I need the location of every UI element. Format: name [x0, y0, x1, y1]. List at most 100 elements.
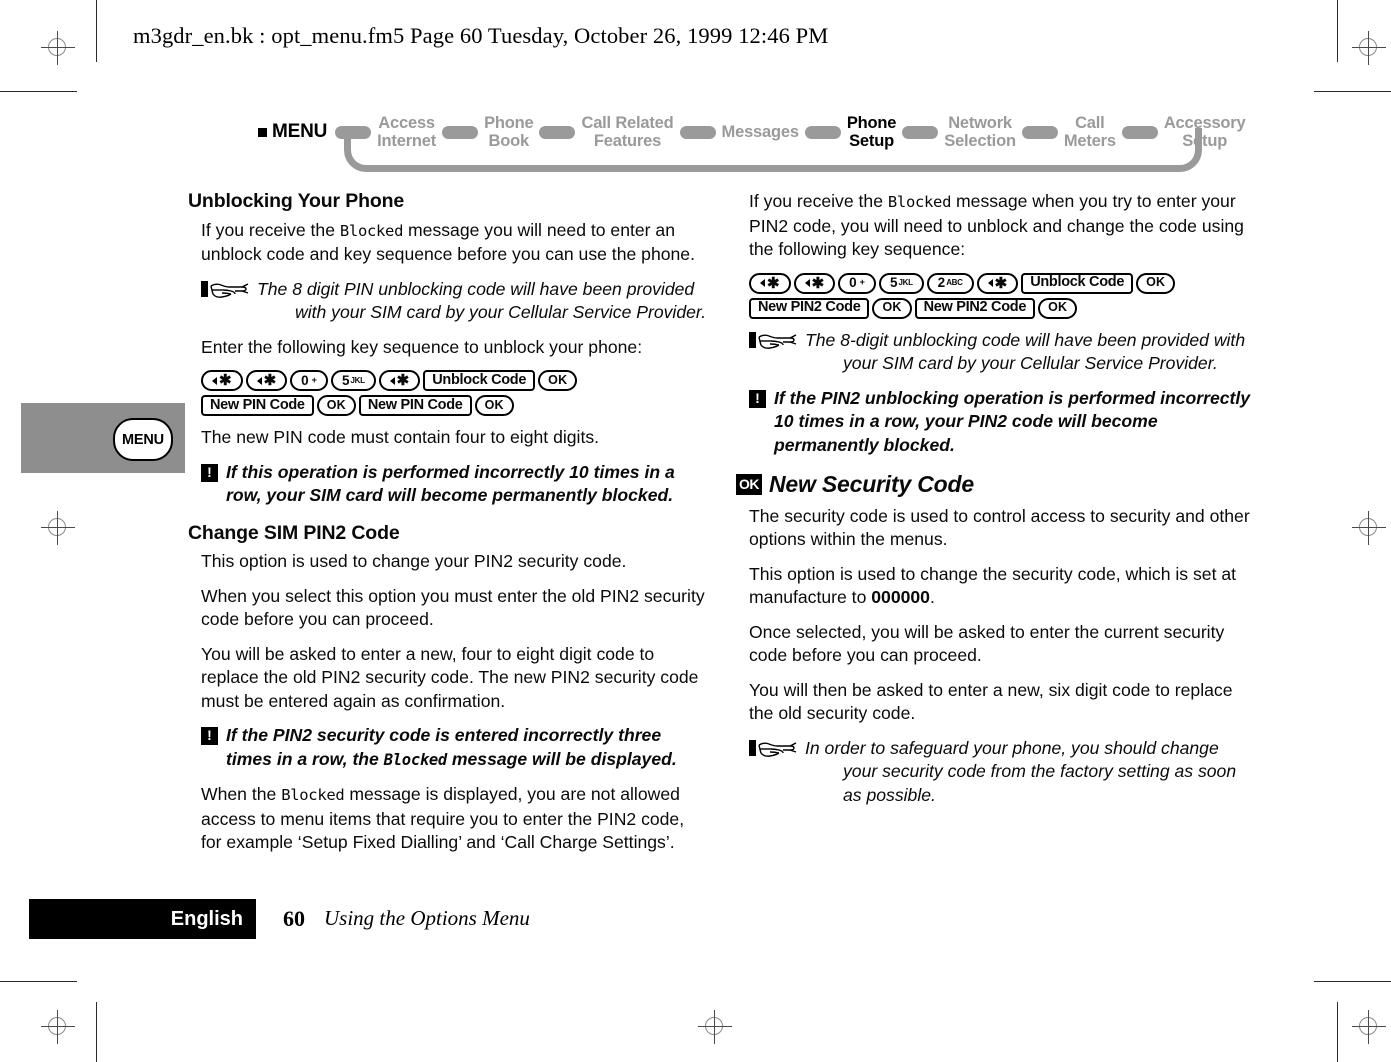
nav-item-line1: Call	[1075, 114, 1105, 132]
paragraph-unblock-intro: If you receive the Blocked message you w…	[201, 219, 709, 267]
note-text: In order to safeguard your phone, you sh…	[805, 737, 1237, 805]
text-fragment: When the	[201, 784, 282, 804]
nav-item-line1: Phone	[846, 114, 897, 132]
heading-new-security-code: OK New Security Code	[736, 472, 1257, 497]
note-8-digit-unblocking-code: The 8-digit unblocking code will have be…	[749, 329, 1257, 376]
pointing-hand-icon	[749, 738, 799, 759]
code-blocked: Blocked	[383, 750, 448, 769]
key-zero[interactable]: 0 +	[290, 370, 328, 391]
nav-connector-icon	[804, 125, 841, 139]
code-blocked: Blocked	[339, 221, 404, 240]
key-new-pin2-code[interactable]: New PIN2 Code	[749, 297, 870, 319]
exclamation-icon: !	[201, 463, 218, 482]
paragraph-enter-current-code: Once selected, you will be asked to ente…	[749, 621, 1225, 666]
nav-item-line1: Messages	[721, 123, 799, 141]
key-star[interactable]: ✱	[201, 370, 243, 391]
key-unblock-code[interactable]: Unblock Code	[423, 370, 536, 391]
warning-text: If this operation is performed incorrect…	[226, 461, 675, 506]
key-ok[interactable]: OK	[1136, 272, 1176, 294]
nav-item-phone-book[interactable]: Phone Book	[484, 114, 534, 150]
warning-text: If the PIN2 security code is entered inc…	[226, 725, 677, 769]
key-unblock-code[interactable]: Unblock Code	[1021, 272, 1134, 294]
trim-line-bottom-left-v	[96, 1002, 97, 1062]
key-ok[interactable]: OK	[1038, 297, 1078, 319]
key-new-pin-code[interactable]: New PIN Code	[358, 395, 472, 416]
nav-item-line1: Network	[948, 114, 1012, 132]
nav-menu-root[interactable]: MENU	[258, 121, 327, 143]
breadcrumb-nav: MENU Access Internet Phone Book Call Rel…	[258, 108, 1246, 176]
paragraph-pin2-option-purpose: This option is used to change your PIN2 …	[201, 551, 627, 571]
text-fragment: .	[929, 587, 935, 607]
registration-mark-bottom-center	[698, 1010, 732, 1044]
menu-button-icon[interactable]: MENU	[113, 418, 173, 461]
note-text: The 8-digit unblocking code will have be…	[805, 329, 1246, 374]
key-star[interactable]: ✱	[976, 272, 1019, 294]
nav-item-phone-setup[interactable]: Phone Setup	[846, 114, 897, 150]
trim-line-top-left-h	[0, 91, 77, 92]
note-text: The 8 digit PIN unblocking code will hav…	[257, 278, 706, 323]
key-ok[interactable]: OK	[316, 395, 356, 416]
nav-item-line2: Setup	[849, 132, 894, 150]
key-two[interactable]: 2 ABC	[926, 272, 974, 294]
nav-connector-icon	[442, 125, 479, 139]
nav-item-line2: Book	[488, 132, 530, 150]
footer-language-label: English	[170, 908, 243, 930]
key-star[interactable]: ✱	[793, 272, 836, 294]
pointing-hand-icon	[201, 279, 251, 300]
registration-mark-top-right	[1352, 31, 1386, 65]
nav-item-line2: Setup	[1182, 132, 1228, 150]
trim-line-top-right-h	[1314, 91, 1391, 92]
paragraph-pin-digit-requirement: The new PIN code must contain four to ei…	[201, 427, 600, 447]
paragraph-pin2-enter-old: When you select this option you must ent…	[201, 585, 705, 630]
nav-item-access-internet[interactable]: Access Internet	[377, 114, 436, 150]
paragraph-security-code-purpose: The security code is used to control acc…	[749, 505, 1250, 550]
nav-connector-icon	[1021, 125, 1058, 139]
note-safeguard-your-phone: In order to safeguard your phone, you sh…	[749, 737, 1257, 808]
key-zero[interactable]: 0 +	[838, 272, 876, 294]
key-sequence-row: New PIN Code OK New PIN Code OK	[201, 395, 709, 416]
registration-mark-top-left	[41, 31, 75, 65]
key-five[interactable]: 5 JKL	[330, 370, 376, 391]
key-new-pin2-code[interactable]: New PIN2 Code	[914, 297, 1036, 319]
key-star[interactable]: ✱	[378, 370, 421, 391]
text-fragment: If you receive the	[201, 219, 340, 240]
ok-box-icon: OK	[736, 474, 762, 496]
text-fragment: message will be displayed.	[446, 748, 677, 769]
square-bullet-icon	[258, 127, 267, 137]
nav-connector-icon	[679, 125, 716, 139]
exclamation-icon: !	[749, 389, 766, 408]
nav-item-line1: Phone	[484, 114, 534, 132]
key-sequence-unblock-pin2: ✱ ✱ 0 + 5 JKL 2 ABC ✱ Unblock Code OK New P…	[749, 272, 1257, 319]
key-ok[interactable]: OK	[872, 297, 912, 319]
side-tab-menu: MENU	[21, 403, 185, 473]
text-fragment: If you receive the	[749, 191, 888, 211]
footer-section-title: Using the Options Menu	[324, 906, 530, 930]
heading-change-sim-pin2-code: Change SIM PIN2 Code	[188, 521, 400, 544]
nav-item-messages[interactable]: Messages	[722, 123, 799, 141]
nav-item-accessory-setup[interactable]: Accessory Setup	[1164, 114, 1246, 150]
heading-unblocking-your-phone: Unblocking Your Phone	[188, 190, 405, 212]
key-star[interactable]: ✱	[749, 272, 791, 294]
nav-item-line1: Accessory	[1163, 114, 1246, 132]
key-ok[interactable]: OK	[474, 395, 514, 416]
trim-line-left-v	[96, 0, 97, 62]
key-five[interactable]: 5 JKL	[878, 272, 924, 294]
nav-item-line2: Meters	[1063, 132, 1116, 150]
registration-mark-bottom-left	[41, 1010, 75, 1044]
code-blocked: Blocked	[281, 786, 345, 804]
paragraph-enter-new-code: You will then be asked to enter a new, s…	[749, 679, 1233, 724]
trim-line-bottom-right-h	[1314, 981, 1391, 982]
key-ok[interactable]: OK	[538, 370, 578, 391]
page-header: m3gdr_en.bk : opt_menu.fm5 Page 60 Tuesd…	[133, 23, 829, 48]
paragraph-enter-key-sequence: Enter the following key sequence to unbl…	[201, 336, 643, 357]
nav-item-call-related-features[interactable]: Call Related Features	[581, 114, 673, 150]
nav-item-call-meters[interactable]: Call Meters	[1064, 114, 1116, 150]
registration-mark-mid-right	[1352, 511, 1386, 545]
key-star[interactable]: ✱	[245, 370, 288, 391]
nav-connector-icon	[539, 125, 576, 139]
nav-item-network-selection[interactable]: Network Selection	[944, 114, 1016, 150]
nav-item-line2: Features	[593, 132, 662, 150]
paragraph-blocked-restrictions: When the Blocked message is displayed, y…	[201, 783, 709, 855]
key-sequence-row: New PIN2 Code OK New PIN2 Code OK	[749, 297, 1257, 319]
key-new-pin-code[interactable]: New PIN Code	[201, 395, 314, 416]
